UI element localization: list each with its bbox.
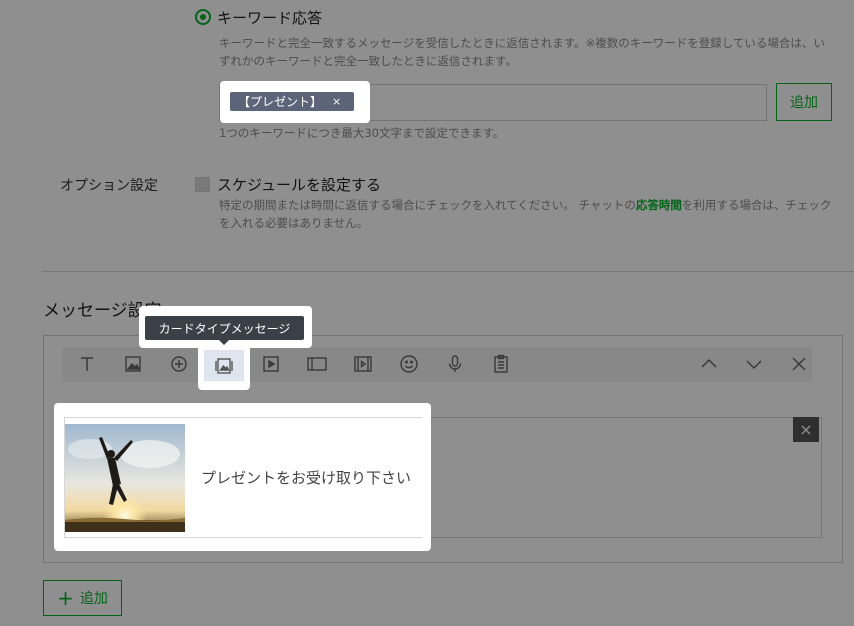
card-type-tooltip: カードタイプメッセージ [145, 316, 304, 345]
keyword-tag-label: 【プレゼント】 [238, 95, 323, 109]
keyword-tag[interactable]: 【プレゼント】 × [230, 92, 354, 111]
card-image [65, 424, 185, 532]
card-message-text: プレゼントをお受け取り下さい [201, 469, 412, 487]
card-type-icon[interactable] [204, 350, 244, 381]
tag-remove-icon[interactable]: × [332, 95, 341, 108]
